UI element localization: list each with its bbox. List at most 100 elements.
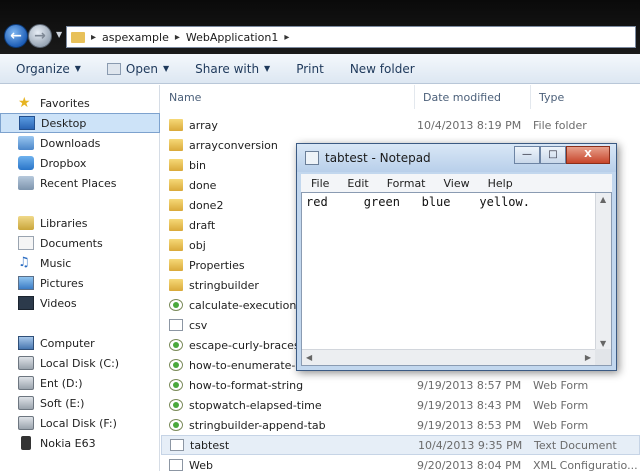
nav-disk-c[interactable]: Local Disk (C:): [0, 353, 160, 373]
horizontal-scrollbar[interactable]: ◀ ▶: [302, 349, 595, 365]
nav-desktop[interactable]: Desktop: [0, 113, 160, 133]
chevron-right-icon[interactable]: ▸: [284, 32, 289, 43]
organize-button[interactable]: Organize ▼: [16, 62, 81, 76]
notepad-content[interactable]: red green blue yellow.: [306, 195, 530, 209]
nav-label: Dropbox: [40, 156, 87, 170]
menu-help[interactable]: Help: [488, 177, 513, 190]
menu-format[interactable]: Format: [387, 177, 426, 190]
print-button[interactable]: Print: [296, 62, 324, 76]
nav-libraries[interactable]: Libraries: [0, 213, 160, 233]
forward-button[interactable]: →: [28, 24, 52, 48]
menu-view[interactable]: View: [444, 177, 470, 190]
folder-icon: [169, 199, 183, 211]
file-date: 10/4/2013 8:19 PM: [417, 118, 522, 132]
notepad-menu-bar: File Edit Format View Help: [301, 174, 612, 192]
nav-documents[interactable]: Documents: [0, 233, 160, 253]
file-name: stringbuilder: [189, 278, 259, 292]
navigation-pane[interactable]: ★ Favorites Desktop Downloads Dropbox Re…: [0, 85, 160, 471]
file-type: XML Configuratio...: [533, 458, 638, 471]
minimize-button[interactable]: —: [514, 146, 540, 164]
file-row[interactable]: array 10/4/2013 8:19 PM File folder: [161, 115, 640, 135]
nav-pictures[interactable]: Pictures: [0, 273, 160, 293]
notepad-window[interactable]: tabtest - Notepad — □ X File Edit Format…: [296, 143, 617, 371]
address-bar[interactable]: ▸ aspexample ▸ WebApplication1 ▸: [66, 26, 636, 48]
print-label: Print: [296, 61, 324, 76]
nav-dropbox[interactable]: Dropbox: [0, 153, 160, 173]
open-button[interactable]: Open ▼: [106, 61, 169, 76]
vertical-scrollbar[interactable]: ▲ ▼: [595, 193, 611, 350]
videos-icon: [18, 296, 34, 310]
file-name: arrayconversion: [189, 138, 278, 152]
file-row[interactable]: Web 9/20/2013 8:04 PM XML Configuratio...: [161, 455, 640, 471]
recent-pages-dropdown-icon[interactable]: ▼: [56, 30, 62, 39]
nav-nokia[interactable]: Nokia E63: [0, 433, 160, 453]
nav-favorites[interactable]: ★ Favorites: [0, 93, 160, 113]
nav-videos[interactable]: Videos: [0, 293, 160, 313]
nav-disk-f[interactable]: Local Disk (F:): [0, 413, 160, 433]
share-with-button[interactable]: Share with ▼: [195, 62, 270, 76]
scroll-right-icon[interactable]: ▶: [585, 353, 591, 362]
file-name: tabtest: [190, 438, 230, 452]
text-document-icon: [170, 439, 184, 451]
file-name: how-to-format-string: [189, 378, 304, 392]
file-name: done2: [189, 198, 224, 212]
notepad-text-area[interactable]: red green blue yellow. ▲ ▼ ◀ ▶: [301, 192, 612, 366]
phone-icon: [21, 436, 31, 450]
file-row[interactable]: tabtest 10/4/2013 9:35 PM Text Document: [161, 435, 640, 455]
file-name: Properties: [189, 258, 245, 272]
column-header-date[interactable]: Date modified: [415, 85, 531, 109]
desktop-icon: [19, 116, 35, 130]
close-button[interactable]: X: [566, 146, 610, 164]
folder-icon: [169, 219, 183, 231]
menu-file[interactable]: File: [311, 177, 329, 190]
back-button[interactable]: ←: [4, 24, 28, 48]
file-name: Web: [189, 458, 213, 471]
music-icon: ♫: [18, 255, 30, 270]
nav-recent-places[interactable]: Recent Places: [0, 173, 160, 193]
scroll-up-icon[interactable]: ▲: [600, 195, 606, 204]
notepad-title-bar[interactable]: tabtest - Notepad — □ X: [297, 144, 616, 172]
nav-label: Nokia E63: [40, 436, 96, 450]
nav-label: Local Disk (F:): [40, 416, 117, 430]
chevron-right-icon[interactable]: ▸: [175, 32, 180, 43]
nav-label: Favorites: [40, 96, 90, 110]
web-form-icon: [169, 399, 183, 411]
file-row[interactable]: stringbuilder-append-tab 9/19/2013 8:53 P…: [161, 415, 640, 435]
scroll-down-icon[interactable]: ▼: [600, 339, 606, 348]
resize-grip[interactable]: [595, 349, 611, 365]
column-header-name[interactable]: Name: [161, 85, 415, 109]
nav-label: Desktop: [41, 116, 87, 130]
libraries-icon: [18, 216, 34, 230]
nav-computer[interactable]: Computer: [0, 333, 160, 353]
file-row[interactable]: how-to-format-string 9/19/2013 8:57 PM Web…: [161, 375, 640, 395]
nav-downloads[interactable]: Downloads: [0, 133, 160, 153]
nav-disk-e[interactable]: Soft (E:): [0, 393, 160, 413]
open-label: Open: [125, 61, 158, 76]
nav-disk-d[interactable]: Ent (D:): [0, 373, 160, 393]
new-folder-label: New folder: [349, 61, 415, 76]
file-row[interactable]: stopwatch-elapsed-time 9/19/2013 8:43 PM W…: [161, 395, 640, 415]
pictures-icon: [18, 276, 34, 290]
maximize-button[interactable]: □: [540, 146, 566, 164]
forward-arrow-icon: →: [34, 28, 46, 44]
local-disk-icon: [18, 396, 34, 410]
breadcrumb-webapplication1[interactable]: WebApplication1: [186, 31, 278, 44]
file-name: bin: [189, 158, 207, 172]
nav-label: Recent Places: [40, 176, 117, 190]
menu-edit[interactable]: Edit: [347, 177, 368, 190]
file-name: escape-curly-braces-: [189, 338, 304, 352]
file-type: Text Document: [534, 438, 617, 452]
web-form-icon: [169, 359, 183, 371]
file-date: 9/19/2013 8:57 PM: [417, 378, 522, 392]
column-header-type[interactable]: Type: [531, 85, 640, 109]
breadcrumb-aspexample[interactable]: aspexample: [102, 31, 169, 44]
file-name: csv: [189, 318, 208, 332]
web-form-icon: [169, 379, 183, 391]
notepad-app-icon[interactable]: [305, 151, 319, 165]
recent-places-icon: [18, 176, 34, 190]
new-folder-button[interactable]: New folder: [350, 62, 415, 76]
scroll-left-icon[interactable]: ◀: [306, 353, 312, 362]
documents-icon: [18, 236, 34, 250]
nav-music[interactable]: ♫ Music: [0, 253, 160, 273]
chevron-right-icon[interactable]: ▸: [91, 32, 96, 43]
